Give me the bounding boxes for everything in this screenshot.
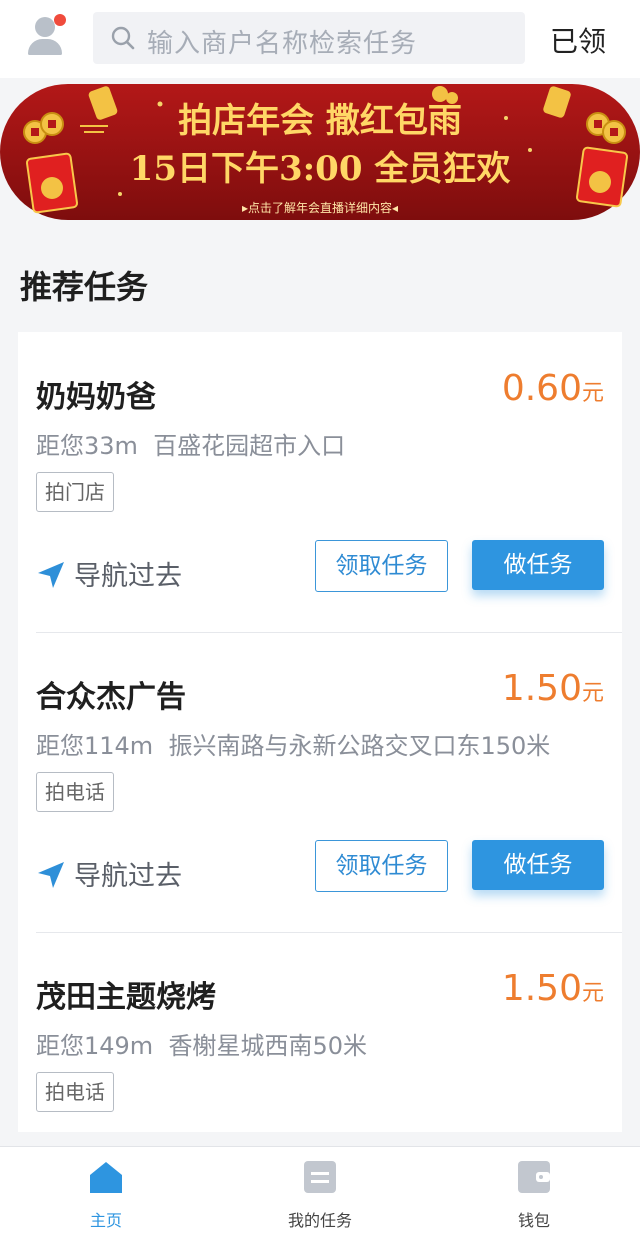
- navigation-arrow-icon: [38, 862, 64, 888]
- search-placeholder: 输入商户名称检索任务: [147, 29, 418, 59]
- navigate-label: 导航过去: [74, 861, 182, 892]
- event-banner[interactable]: 拍店年会 撒红包雨 15日下午3:00 全员狂欢 ▸点击了解年会直播详细内容◂: [0, 84, 640, 220]
- task-list-icon: [304, 1161, 336, 1193]
- task-type-tag: 拍电话: [36, 772, 114, 812]
- task-address: 香榭星城西南50米: [168, 1032, 367, 1060]
- tab-label: 钱包: [517, 1211, 550, 1230]
- tab-wallet[interactable]: 钱包: [434, 1147, 634, 1235]
- task-price: 0.60元: [501, 368, 604, 409]
- navigate-label: 导航过去: [74, 561, 182, 592]
- claimed-button[interactable]: 已领: [550, 20, 606, 60]
- notification-dot: [54, 14, 66, 26]
- task-item[interactable]: 茂田主题烧烤 1.50元 距您149m 香榭星城西南50米 拍电话: [18, 932, 622, 1132]
- task-distance: 距您114m: [36, 732, 154, 760]
- tab-label: 主页: [89, 1211, 122, 1230]
- task-distance: 距您149m: [36, 1032, 154, 1060]
- top-bar: 输入商户名称检索任务 已领: [0, 0, 640, 78]
- task-list: 奶妈奶爸 0.60元 距您33m 百盛花园超市入口 拍门店 导航过去 领取任务 …: [18, 332, 622, 1132]
- navigation-arrow-icon: [38, 562, 64, 588]
- do-task-button[interactable]: 做任务: [472, 840, 604, 890]
- tab-label: 我的任务: [287, 1211, 352, 1230]
- merchant-name: 茂田主题烧烤: [36, 980, 216, 1015]
- tab-home[interactable]: 主页: [6, 1147, 206, 1235]
- home-icon: [90, 1162, 122, 1193]
- task-distance: 距您33m: [36, 432, 138, 460]
- red-envelope-icon: [25, 152, 79, 214]
- do-task-button[interactable]: 做任务: [472, 540, 604, 590]
- banner-subtext: ▸点击了解年会直播详细内容◂: [242, 200, 398, 215]
- search-icon: [111, 26, 135, 50]
- search-input[interactable]: 输入商户名称检索任务: [93, 12, 525, 64]
- task-item[interactable]: 奶妈奶爸 0.60元 距您33m 百盛花园超市入口 拍门店 导航过去 领取任务 …: [18, 332, 622, 632]
- task-location: 距您33m 百盛花园超市入口: [36, 426, 345, 461]
- task-location: 距您114m 振兴南路与永新公路交叉口东150米: [36, 726, 550, 761]
- tab-my-tasks[interactable]: 我的任务: [220, 1147, 420, 1235]
- merchant-name: 奶妈奶爸: [36, 380, 156, 415]
- wallet-icon: [518, 1161, 550, 1193]
- task-type-tag: 拍电话: [36, 1072, 114, 1112]
- task-price: 1.50元: [501, 968, 604, 1009]
- task-price: 1.50元: [501, 668, 604, 709]
- banner-title-line1: 拍店年会 撒红包雨: [178, 101, 462, 141]
- claim-task-button[interactable]: 领取任务: [315, 540, 448, 592]
- banner-title-line2: 15日下午3:00 全员狂欢: [130, 149, 511, 189]
- task-address: 百盛花园超市入口: [153, 432, 346, 460]
- bottom-tab-bar: 主页 我的任务 钱包: [0, 1146, 640, 1235]
- task-location: 距您149m 香榭星城西南50米: [36, 1026, 367, 1061]
- avatar-icon[interactable]: [26, 14, 68, 56]
- task-type-tag: 拍门店: [36, 472, 114, 512]
- merchant-name: 合众杰广告: [36, 680, 186, 715]
- claim-task-button[interactable]: 领取任务: [315, 840, 448, 892]
- section-title: 推荐任务: [20, 268, 149, 306]
- task-item[interactable]: 合众杰广告 1.50元 距您114m 振兴南路与永新公路交叉口东150米 拍电话…: [18, 632, 622, 932]
- red-envelope-icon: [575, 146, 629, 208]
- task-address: 振兴南路与永新公路交叉口东150米: [168, 732, 551, 760]
